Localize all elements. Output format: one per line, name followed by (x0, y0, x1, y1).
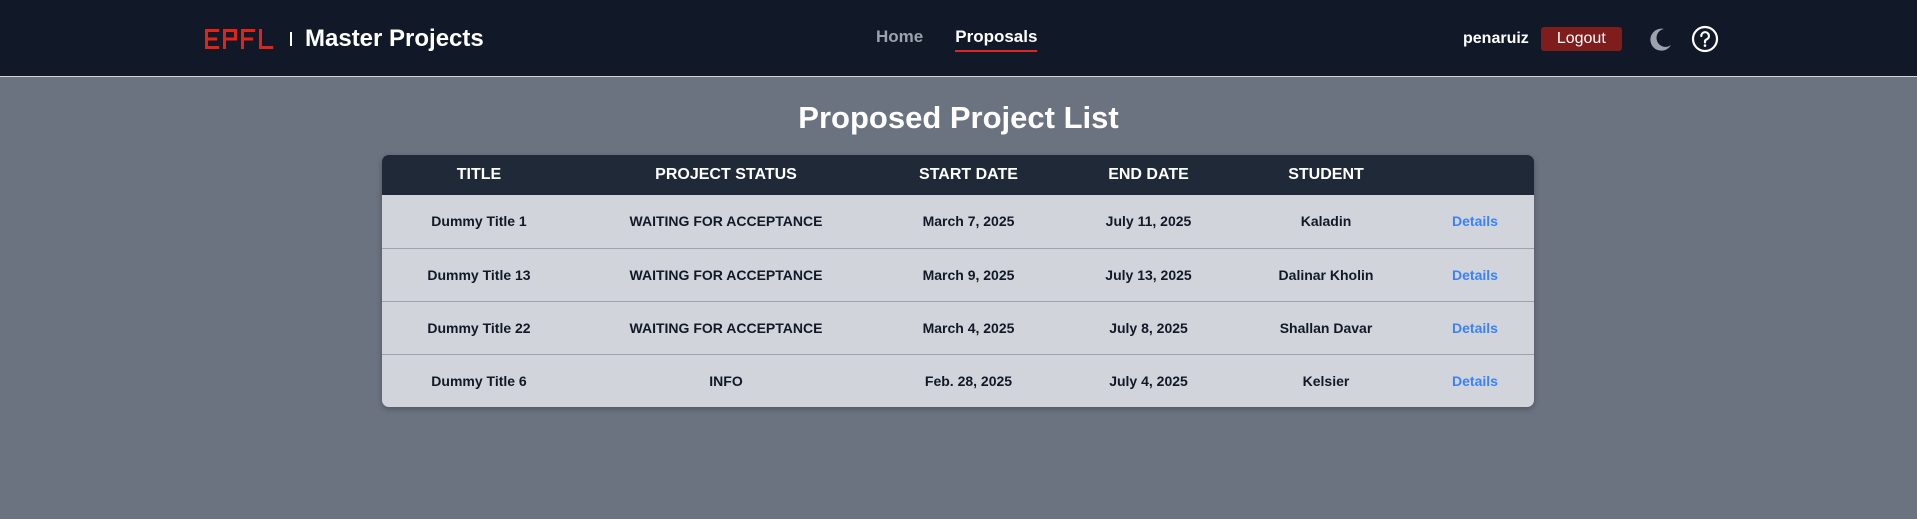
cell-start-date: March 7, 2025 (922, 213, 1015, 230)
page-title: Proposed Project List (798, 100, 1119, 135)
column-header-title: TITLE (456, 166, 502, 183)
table-row: Dummy Title 1 WAITING FOR ACCEPTANCE Mar… (382, 195, 1534, 248)
table-row: Dummy Title 22 WAITING FOR ACCEPTANCE Ma… (382, 301, 1534, 354)
app-title: Master Projects (305, 25, 484, 52)
cell-status: WAITING FOR ACCEPTANCE (629, 319, 823, 336)
nav-proposals[interactable]: Proposals (955, 27, 1038, 52)
cell-status: WAITING FOR ACCEPTANCE (629, 213, 823, 230)
table-row: Dummy Title 13 WAITING FOR ACCEPTANCE Ma… (382, 248, 1534, 301)
help-circle-icon[interactable] (1691, 25, 1719, 53)
details-link[interactable]: Details (1452, 213, 1498, 229)
moon-icon[interactable] (1647, 26, 1673, 52)
main-nav: Home Proposals (876, 27, 1038, 52)
cell-actions: Details (1416, 301, 1534, 354)
details-link[interactable]: Details (1452, 320, 1498, 336)
cell-title: Dummy Title 6 (431, 372, 527, 389)
cell-status: WAITING FOR ACCEPTANCE (629, 266, 823, 283)
column-header-start-date: START DATE (919, 166, 1018, 183)
column-header-end-date: END DATE (1108, 166, 1189, 183)
cell-end-date: July 8, 2025 (1109, 319, 1188, 336)
details-link[interactable]: Details (1452, 373, 1498, 389)
top-navbar: Master Projects Home Proposals penaruiz … (0, 0, 1917, 77)
column-header-actions (1416, 155, 1534, 195)
cell-end-date: July 11, 2025 (1105, 213, 1192, 230)
cell-student: Kelsier (1302, 372, 1350, 389)
username: penaruiz (1463, 30, 1529, 47)
table-row: Dummy Title 6 INFO Feb. 28, 2025 July 4,… (382, 354, 1534, 407)
cell-student: Shallan Davar (1279, 319, 1373, 336)
cell-title: Dummy Title 13 (427, 266, 531, 283)
cell-title: Dummy Title 1 (431, 213, 527, 230)
cell-start-date: March 9, 2025 (922, 266, 1015, 283)
cell-student: Dalinar Kholin (1278, 266, 1374, 283)
details-link[interactable]: Details (1452, 267, 1498, 283)
cell-actions: Details (1416, 354, 1534, 407)
cell-end-date: July 13, 2025 (1105, 266, 1192, 283)
cell-title: Dummy Title 22 (427, 319, 531, 336)
column-header-student: STUDENT (1288, 166, 1364, 183)
nav-home[interactable]: Home (876, 27, 923, 52)
cell-start-date: Feb. 28, 2025 (924, 372, 1013, 389)
cell-actions: Details (1416, 195, 1534, 248)
cell-end-date: July 4, 2025 (1109, 372, 1188, 389)
brand[interactable]: Master Projects (205, 25, 484, 53)
cell-student: Kaladin (1300, 213, 1352, 230)
brand-separator (290, 32, 292, 46)
cell-start-date: March 4, 2025 (922, 319, 1015, 336)
table-header-row: TITLE PROJECT STATUS START DATE END DATE… (382, 155, 1534, 195)
cell-actions: Details (1416, 248, 1534, 301)
column-header-status: PROJECT STATUS (655, 166, 797, 183)
projects-table: TITLE PROJECT STATUS START DATE END DATE… (382, 155, 1534, 407)
epfl-logo (205, 29, 273, 49)
cell-status: INFO (709, 372, 743, 389)
projects-table-container: TITLE PROJECT STATUS START DATE END DATE… (382, 155, 1534, 407)
user-area: penaruiz Logout (1463, 25, 1719, 53)
logout-button[interactable]: Logout (1540, 27, 1622, 51)
